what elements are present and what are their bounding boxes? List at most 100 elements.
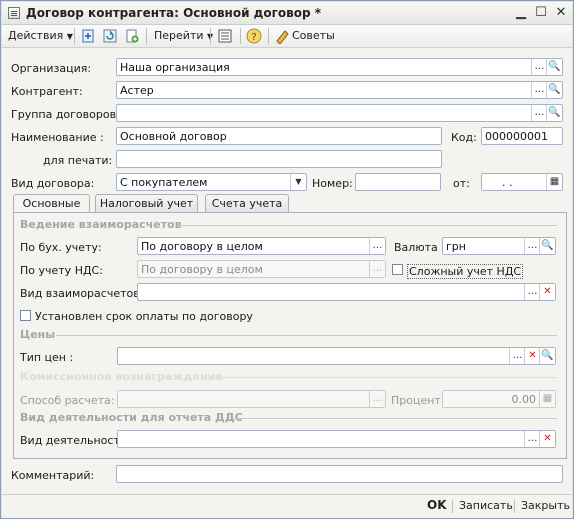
open-search-icon[interactable]: 🔍 (539, 348, 555, 364)
toolbar-separator (74, 28, 75, 44)
comment-field[interactable] (116, 465, 563, 483)
toolbar-separator (146, 28, 147, 44)
add-document-icon[interactable] (124, 28, 140, 44)
select-button[interactable]: … (509, 348, 525, 364)
ok-button[interactable]: OK (427, 498, 447, 512)
percent-label: Процент: (391, 394, 445, 407)
section-divider (214, 377, 557, 378)
chevron-down-icon[interactable]: ▼ (290, 174, 306, 190)
calendar-icon[interactable]: ▦ (546, 174, 562, 190)
currency-field[interactable]: грн … 🔍 (442, 237, 556, 255)
percent-value: 0.00 (511, 393, 537, 406)
select-button[interactable]: … (524, 431, 540, 447)
code-value: 000000001 (485, 130, 548, 143)
tab-accounts[interactable]: Счета учета (205, 194, 289, 213)
select-button[interactable]: … (524, 238, 540, 254)
counterparty-value: Астер (120, 84, 154, 97)
close-button[interactable]: Закрыть (521, 499, 570, 512)
payment-term-checkbox[interactable] (20, 310, 31, 321)
vat-accounting-value: По договору в целом (141, 263, 263, 276)
select-button[interactable]: … (531, 105, 547, 121)
actions-label: Действия (8, 29, 64, 42)
toolbar-separator (210, 28, 211, 44)
close-window-icon[interactable]: ✕ (552, 4, 570, 22)
currency-label: Валюта : (394, 241, 445, 254)
complex-vat-label: Сложный учет НДС (407, 264, 524, 279)
contract-type-value: С покупателем (120, 176, 208, 189)
calculator-icon: ▦ (539, 391, 555, 407)
calc-method-field: … (117, 390, 386, 408)
price-type-field[interactable]: … ✕ 🔍 (117, 347, 556, 365)
date-field[interactable]: . . ▦ (481, 173, 563, 191)
print-name-field[interactable] (116, 150, 442, 168)
select-button[interactable]: … (369, 238, 385, 254)
price-type-label: Тип цен : (20, 351, 74, 364)
chevron-down-icon: ▼ (66, 32, 73, 41)
activity-label: Вид деятельности: (20, 434, 131, 447)
open-search-icon[interactable]: 🔍 (539, 238, 555, 254)
contract-type-label: Вид договора: (11, 177, 95, 190)
counterparty-label: Контрагент: (11, 85, 83, 98)
settlement-type-field[interactable]: … ✕ (137, 283, 556, 301)
name-field[interactable]: Основной договор (116, 127, 442, 145)
settlements-section-title: Ведение взаиморасчетов (20, 218, 182, 231)
currency-value: грн (446, 240, 466, 253)
open-search-icon[interactable]: 🔍 (546, 59, 562, 75)
complex-vat-checkbox[interactable] (392, 264, 403, 275)
minimize-icon[interactable]: ▁ (512, 4, 530, 22)
copy-to-list-icon[interactable] (80, 28, 96, 44)
open-search-icon[interactable]: 🔍 (546, 82, 562, 98)
comment-label: Комментарий: (11, 469, 95, 482)
goto-menu[interactable]: Перейти ▼ (154, 27, 213, 45)
goto-label: Перейти (154, 29, 204, 42)
footer-separator (452, 500, 453, 513)
open-search-icon[interactable]: 🔍 (546, 105, 562, 121)
clear-icon[interactable]: ✕ (539, 284, 555, 300)
accounting-value: По договору в целом (141, 240, 263, 253)
maximize-icon[interactable]: ☐ (532, 4, 550, 22)
select-button[interactable]: … (524, 284, 540, 300)
clear-icon[interactable]: ✕ (539, 431, 555, 447)
contract-group-field[interactable]: … 🔍 (116, 104, 563, 122)
select-button[interactable]: … (531, 82, 547, 98)
section-divider (179, 225, 557, 226)
counterparty-field[interactable]: Астер … 🔍 (116, 81, 563, 99)
organization-field[interactable]: Наша организация … 🔍 (116, 58, 563, 76)
save-button[interactable]: Записать (459, 499, 513, 512)
actions-menu[interactable]: Действия ▼ (8, 27, 73, 45)
clear-icon[interactable]: ✕ (524, 348, 540, 364)
number-label: Номер: (312, 177, 353, 190)
code-field[interactable]: 000000001 (481, 127, 563, 145)
toolbar-separator (240, 28, 241, 44)
advice-icon[interactable] (274, 28, 290, 45)
name-value: Основной договор (120, 130, 227, 143)
section-divider (56, 335, 557, 336)
structure-icon[interactable] (217, 28, 233, 44)
select-button[interactable]: … (531, 59, 547, 75)
accounting-field[interactable]: По договору в целом … (137, 237, 386, 255)
tab-tax-accounting[interactable]: Налоговый учет (95, 194, 198, 213)
svg-text:?: ? (251, 32, 256, 43)
print-name-label: для печати: (43, 154, 113, 167)
code-label: Код: (451, 131, 477, 144)
window-title: Договор контрагента: Основной договор * (26, 6, 321, 20)
activity-field[interactable]: … ✕ (117, 430, 556, 448)
settlement-type-label: Вид взаиморасчетов: (20, 287, 144, 300)
vat-accounting-field: По договору в целом … (137, 260, 386, 278)
name-label: Наименование : (11, 131, 104, 144)
number-field[interactable] (355, 173, 441, 191)
toolbar: Действия ▼ Перейти ▼ ? Советы (2, 25, 572, 48)
form-icon (8, 7, 20, 19)
tab-main[interactable]: Основные (13, 194, 90, 214)
help-icon[interactable]: ? (246, 28, 262, 44)
contract-type-select[interactable]: С покупателем ▼ (116, 173, 307, 191)
refresh-icon[interactable] (102, 28, 118, 44)
calc-method-label: Способ расчета: (20, 394, 115, 407)
select-button: … (369, 391, 385, 407)
accounting-label: По бух. учету: (20, 241, 102, 254)
date-value: . . (502, 176, 513, 189)
tab-panel-main: Ведение взаиморасчетов По бух. учету: По… (13, 212, 567, 459)
toolbar-separator (268, 28, 269, 44)
advice-button[interactable]: Советы (292, 27, 335, 45)
bottom-bar: OK Записать Закрыть (2, 494, 572, 518)
